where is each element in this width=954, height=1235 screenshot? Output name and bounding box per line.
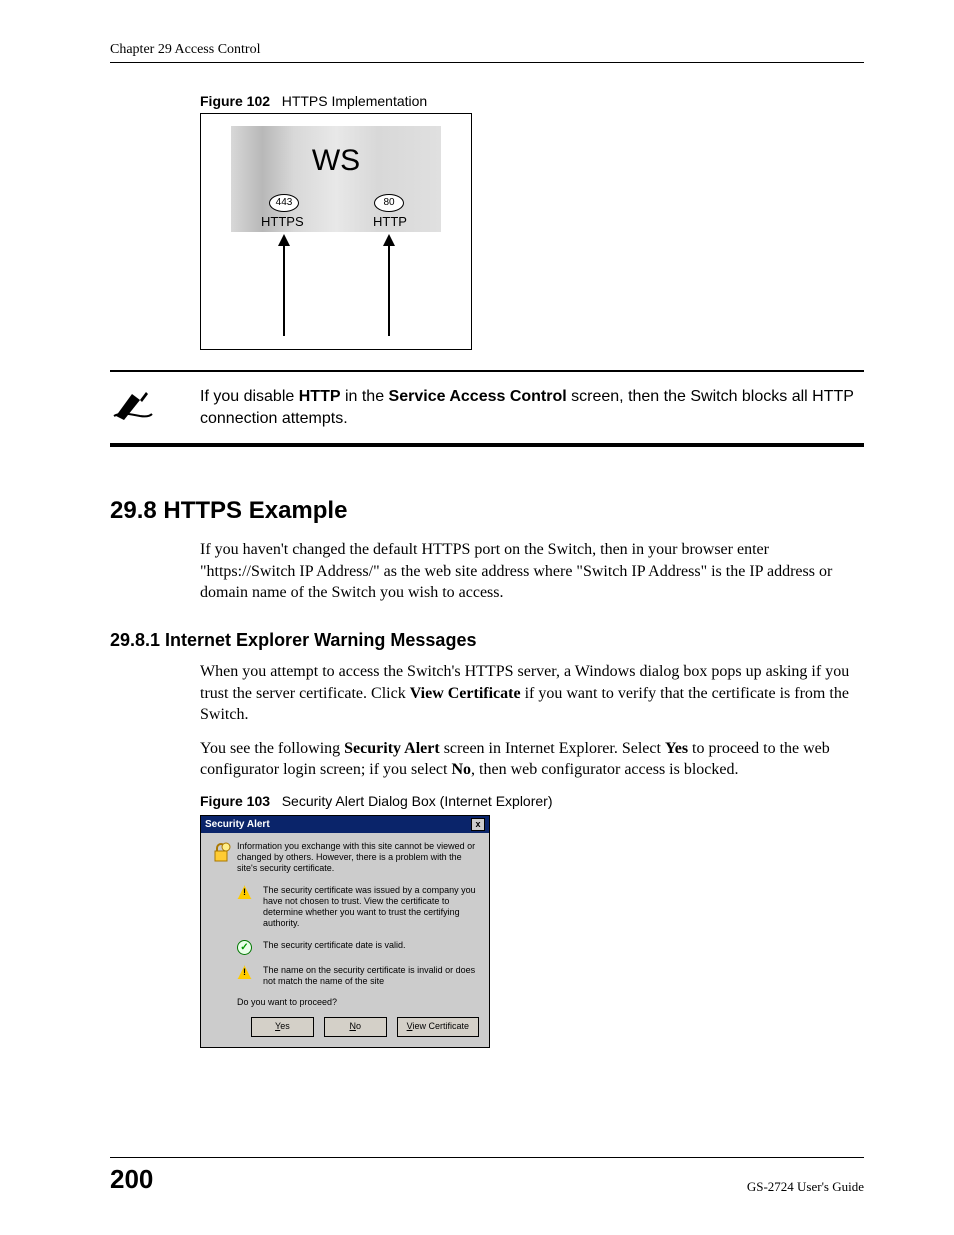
port-80: 80: [374, 194, 404, 212]
dialog-question: Do you want to proceed?: [237, 997, 479, 1007]
section-29-8-1-heading: 29.8.1 Internet Explorer Warning Message…: [110, 630, 864, 651]
yes-button[interactable]: Yes: [251, 1017, 314, 1037]
figure-102-label: Figure 102: [200, 93, 270, 109]
dialog-title: Security Alert: [205, 819, 270, 830]
figure-102-text: HTTPS Implementation: [282, 93, 428, 109]
figure-102: WS 443 80 HTTPS HTTP: [200, 113, 472, 350]
check-icon: ✓: [237, 940, 263, 955]
https-label: HTTPS: [261, 214, 304, 229]
section-29-8-1-para1: When you attempt to access the Switch's …: [200, 661, 864, 726]
section-29-8-heading: 29.8 HTTPS Example: [110, 497, 864, 525]
arrow-https: [283, 236, 285, 336]
port-443: 443: [269, 194, 299, 212]
dialog-item-2: The security certificate date is valid.: [263, 940, 479, 955]
warning-icon: [237, 965, 263, 988]
figure-102-caption: Figure 102 HTTPS Implementation: [200, 93, 864, 109]
dialog-item-3: The name on the security certificate is …: [263, 965, 479, 988]
dialog-item-1: The security certificate was issued by a…: [263, 885, 479, 930]
lock-icon: [211, 841, 237, 875]
view-certificate-button[interactable]: View Certificate: [397, 1017, 479, 1037]
ws-label: WS: [201, 144, 471, 178]
no-button[interactable]: No: [324, 1017, 387, 1037]
guide-name: GS-2724 User's Guide: [747, 1179, 864, 1195]
note-block: If you disable HTTP in the Service Acces…: [110, 370, 864, 447]
section-29-8-para: If you haven't changed the default HTTPS…: [200, 539, 864, 604]
close-icon[interactable]: x: [471, 818, 485, 831]
page-number: 200: [110, 1164, 153, 1195]
section-29-8-1-para2: You see the following Security Alert scr…: [200, 738, 864, 781]
chapter-label: Chapter 29 Access Control: [110, 42, 260, 57]
dialog-intro: Information you exchange with this site …: [237, 841, 479, 875]
figure-103-caption: Figure 103 Security Alert Dialog Box (In…: [200, 793, 864, 809]
note-icon: [110, 386, 170, 427]
note-text: If you disable HTTP in the Service Acces…: [170, 386, 864, 429]
http-label: HTTP: [373, 214, 407, 229]
warning-icon: [237, 885, 263, 930]
arrow-http: [388, 236, 390, 336]
security-alert-dialog: Security Alert x Information you exchang…: [200, 815, 490, 1048]
figure-103-text: Security Alert Dialog Box (Internet Expl…: [282, 793, 553, 809]
figure-103-label: Figure 103: [200, 793, 270, 809]
